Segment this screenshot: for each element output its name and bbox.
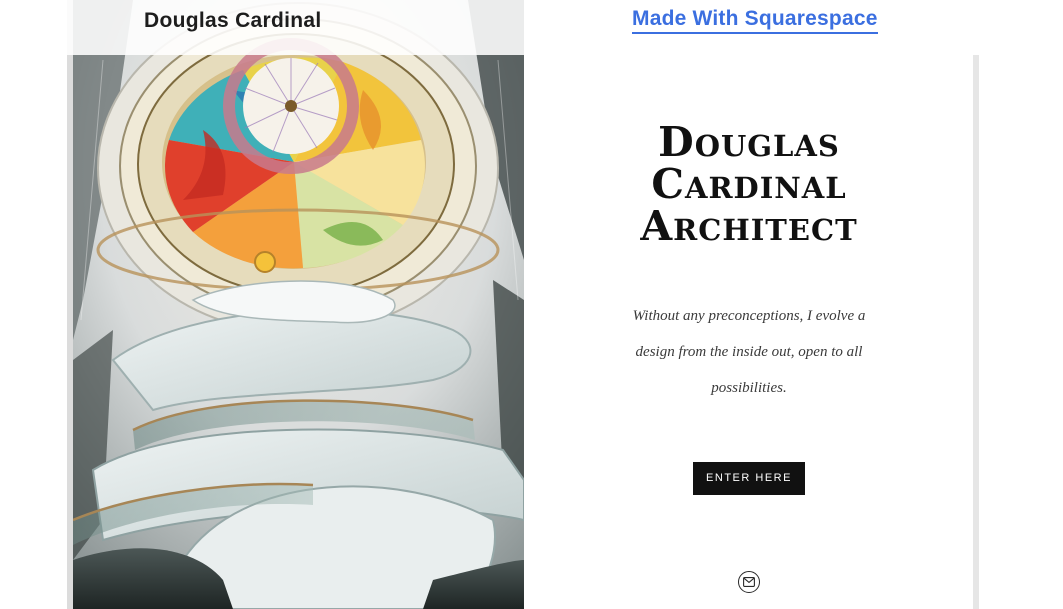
tagline: Without any preconceptions, I evolve a d… [632,308,866,396]
enter-here-button[interactable]: ENTER HERE [693,462,805,495]
page-title: Douglas Cardinal Architect [524,121,974,247]
email-link[interactable] [738,571,760,593]
title-line-2: Cardinal [651,160,847,208]
atrium-photo [73,0,524,609]
hero-photo [73,0,524,609]
site-name[interactable]: Douglas Cardinal [144,9,322,33]
main-content: Douglas Cardinal Architect Without any p… [524,55,974,609]
title-line-1: Douglas [658,118,840,166]
made-with-squarespace-link[interactable]: Made With Squarespace [632,7,878,34]
envelope-icon [743,577,755,587]
top-banner: Douglas Cardinal Made With Squarespace [55,0,979,55]
viewport: Douglas Cardinal Made With Squarespace D… [0,0,1063,609]
title-line-3: Architect [640,202,858,250]
